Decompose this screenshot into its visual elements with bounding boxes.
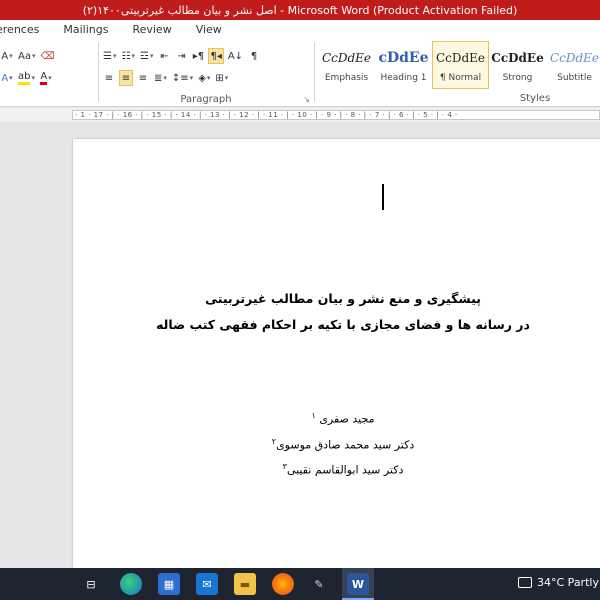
align-left-icon[interactable]: ≡	[102, 70, 116, 86]
document-page[interactable]: پیشگیری و منع نشر و بیان مطالب غیرتربیتی…	[73, 139, 600, 568]
style-strong[interactable]: CcDdEe Strong	[489, 41, 546, 89]
align-center-icon[interactable]: ≡	[119, 70, 133, 86]
style-name: Subtitle	[557, 73, 592, 83]
weather-widget[interactable]: 34°C Partly	[518, 576, 599, 589]
borders-icon[interactable]: ⊞ ▾	[214, 70, 229, 86]
file-explorer-icon[interactable]: ▬	[234, 573, 256, 595]
paragraph-group-label: Paragraph	[180, 94, 232, 105]
numbering-icon[interactable]: ☷ ▾	[120, 48, 135, 64]
author-2-name: دکتر سید محمد صادق موسوی	[276, 438, 415, 452]
font-group: A ▾ Aa ▾ ⌫ A ▾ ab ▾ A ▾	[0, 38, 96, 107]
style-subtitle[interactable]: CcDdEe Subtitle	[546, 41, 600, 89]
style-preview: CcDdEe	[549, 51, 600, 65]
style-preview: CcDdEe	[435, 51, 486, 65]
styles-gallery: CcDdEe Emphasis cDdEe Heading 1 CcDdEe ¶…	[318, 41, 600, 91]
word-icon: W	[347, 573, 369, 595]
paint-icon[interactable]: ✎	[308, 573, 330, 595]
group-separator	[98, 42, 99, 102]
mail-icon[interactable]: ✉	[196, 573, 218, 595]
style-preview: cDdEe	[378, 50, 429, 66]
font-color-button[interactable]: A ▾	[39, 70, 53, 86]
clear-format-icon[interactable]: ⌫	[39, 48, 55, 64]
group-separator	[314, 42, 315, 102]
highlight-button[interactable]: ab ▾	[17, 70, 36, 86]
store-icon[interactable]: ▦	[158, 573, 180, 595]
justify-icon[interactable]: ≣ ▾	[153, 70, 168, 86]
footnote-mark-1[interactable]: ۱	[312, 411, 316, 420]
author-3-name: دکتر سید ابوالقاسم نقیبی	[286, 463, 404, 477]
decrease-indent-icon[interactable]: ⇤	[157, 48, 171, 64]
sort-icon[interactable]: A↓	[227, 48, 244, 64]
ltr-direction-icon[interactable]: ▸¶	[191, 48, 205, 64]
tab-view[interactable]: View	[184, 23, 234, 36]
style-preview: CcDdEe	[491, 51, 544, 65]
change-case-button[interactable]: Aa ▾	[17, 48, 36, 64]
taskbar: ⊟ ▦ ✉ ▬ ✎ W 34°C Partly	[0, 568, 600, 600]
style-preview: CcDdEe	[321, 51, 372, 65]
horizontal-ruler[interactable]: · 1 · 17 · | · 16 · | · 15 · | · 14 · | …	[72, 110, 600, 120]
styles-group-label: Styles	[519, 93, 551, 104]
ruler-bar: · 1 · 17 · | · 16 · | · 15 · | · 14 · | …	[0, 108, 600, 122]
shrink-font-button[interactable]: A ▾	[0, 48, 14, 64]
title-bar: (۲)اصل نشر و بیان مطالب غیرتربیتی۱۴۰۰ - …	[0, 0, 600, 20]
text-effects-button[interactable]: A ▾	[0, 70, 14, 86]
show-marks-icon[interactable]: ¶	[247, 48, 261, 64]
document-area: پیشگیری و منع نشر و بیان مطالب غیرتربیتی…	[0, 122, 600, 568]
task-view-icon[interactable]: ⊟	[80, 573, 102, 595]
tab-review[interactable]: Review	[120, 23, 183, 36]
style-normal[interactable]: CcDdEe ¶ Normal	[432, 41, 489, 89]
rtl-direction-icon[interactable]: ¶◂	[208, 48, 224, 64]
style-name: ¶ Normal	[439, 73, 482, 83]
style-name: Strong	[502, 73, 533, 83]
tab-references[interactable]: erences	[0, 23, 51, 36]
doc-title-line-1[interactable]: پیشگیری و منع نشر و بیان مطالب غیرتربیتی	[73, 291, 600, 306]
word-taskbar-button[interactable]: W	[342, 568, 374, 600]
ribbon: A ▾ Aa ▾ ⌫ A ▾ ab ▾ A ▾ ☰ ▾ ☷ ▾ ☲ ▾ ⇤ ⇥ ▸¶ ¶◂ A↓…	[0, 38, 600, 107]
shading-icon[interactable]: ◈ ▾	[197, 70, 211, 86]
bullets-icon[interactable]: ☰ ▾	[102, 48, 117, 64]
ribbon-tabs: erences Mailings Review View	[0, 20, 600, 38]
increase-indent-icon[interactable]: ⇥	[174, 48, 188, 64]
firefox-icon[interactable]	[272, 573, 294, 595]
line-spacing-icon[interactable]: ↕≡ ▾	[171, 70, 194, 86]
tab-mailings[interactable]: Mailings	[51, 23, 120, 36]
multilevel-list-icon[interactable]: ☲ ▾	[139, 48, 154, 64]
doc-title-line-2[interactable]: در رسانه ها و فضای مجازی با تکیه بر احکا…	[73, 317, 600, 332]
text-cursor	[382, 184, 384, 210]
align-right-icon[interactable]: ≡	[136, 70, 150, 86]
weather-icon	[518, 577, 532, 588]
author-1[interactable]: مجید صفری ۱	[73, 411, 600, 426]
paragraph-launcher-icon[interactable]: ↘	[303, 95, 310, 104]
author-2[interactable]: دکتر سید محمد صادق موسوی۲	[73, 437, 600, 452]
author-1-name: مجید صفری	[319, 412, 375, 426]
style-name: Heading 1	[380, 73, 427, 83]
window-title: (۲)اصل نشر و بیان مطالب غیرتربیتی۱۴۰۰ - …	[82, 3, 518, 17]
style-heading-1[interactable]: cDdEe Heading 1	[375, 41, 432, 89]
paragraph-group: ☰ ▾ ☷ ▾ ☲ ▾ ⇤ ⇥ ▸¶ ¶◂ A↓ ¶ ≡ ≡ ≡ ≣ ▾ ↕≡ ▾ ◈ ▾ …	[100, 38, 312, 107]
weather-text: 34°C Partly	[537, 576, 599, 589]
style-emphasis[interactable]: CcDdEe Emphasis	[318, 41, 375, 89]
author-3[interactable]: دکتر سید ابوالقاسم نقیبی۳	[73, 462, 600, 477]
edge-icon[interactable]	[120, 573, 142, 595]
style-name: Emphasis	[324, 73, 369, 83]
